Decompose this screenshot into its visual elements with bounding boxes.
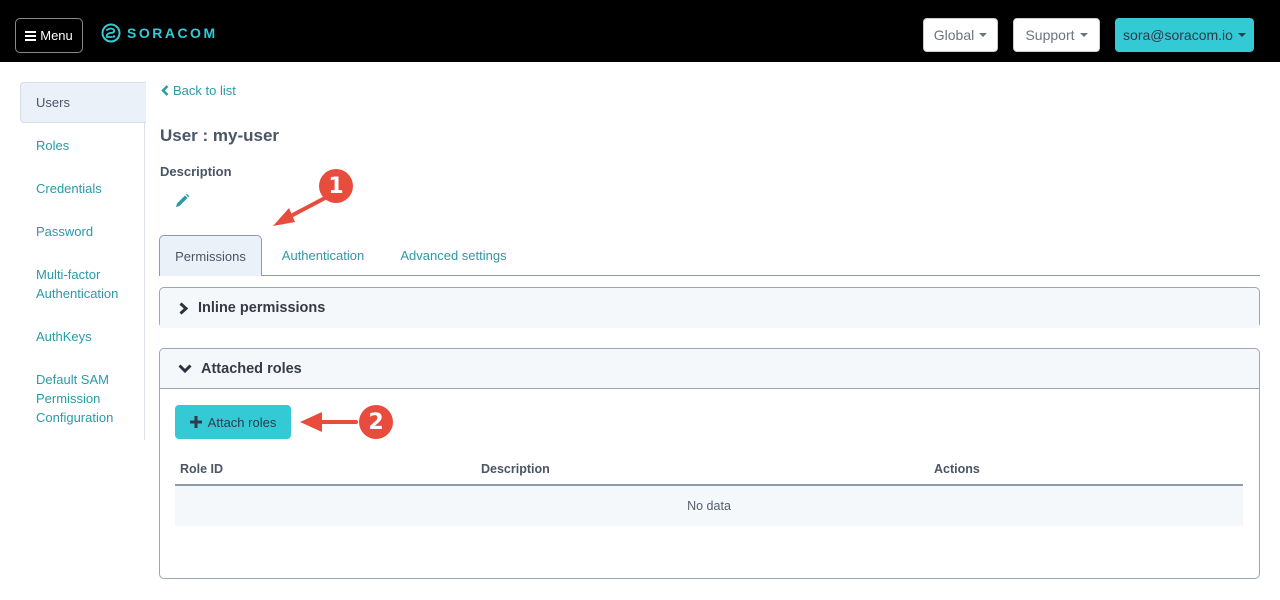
sidebar-item-authkeys[interactable]: AuthKeys [20, 327, 145, 346]
back-to-list-link[interactable]: Back to list [161, 83, 236, 98]
caret-down-icon [979, 33, 988, 37]
tab-label: Advanced settings [400, 248, 507, 263]
column-header-description[interactable]: Description [481, 462, 550, 476]
attached-roles-header[interactable]: Attached roles [160, 349, 1259, 389]
sidebar: Users Roles Credentials Password Multi-f… [20, 82, 146, 440]
tab-permissions[interactable]: Permissions [159, 235, 262, 276]
sidebar-item-password[interactable]: Password [20, 222, 145, 241]
sidebar-item-roles[interactable]: Roles [20, 136, 145, 155]
chevron-left-icon [161, 85, 169, 96]
account-dropdown[interactable]: sora@soracom.io [1115, 18, 1254, 52]
tab-bar: Permissions Authentication Advanced sett… [159, 235, 1260, 276]
panel-title: Inline permissions [198, 300, 326, 316]
tab-label: Authentication [281, 248, 365, 263]
sidebar-item-users[interactable]: Users [20, 82, 146, 123]
column-header-role-id[interactable]: Role ID [180, 462, 223, 476]
tab-advanced-settings[interactable]: Advanced settings [391, 235, 516, 276]
attached-roles-panel: Attached roles Attach roles Role ID Desc… [159, 348, 1260, 579]
sidebar-item-label: Credentials [36, 181, 102, 196]
inline-permissions-panel: Inline permissions [159, 287, 1260, 328]
caret-down-icon [1079, 33, 1088, 37]
sidebar-item-label: Password [36, 224, 94, 239]
region-label: Global [933, 27, 975, 43]
back-label: Back to list [173, 83, 236, 98]
description-label: Description [160, 164, 232, 179]
sidebar-item-mfa[interactable]: Multi-factor Authentication [20, 265, 130, 303]
caret-down-icon [1237, 33, 1246, 37]
page-title: User : my-user [160, 126, 280, 145]
sidebar-item-label: Default SAM Permission Configuration [36, 372, 114, 425]
sidebar-item-default-sam-permission[interactable]: Default SAM Permission Configuration [20, 370, 120, 427]
column-header-actions: Actions [934, 462, 980, 476]
pencil-icon[interactable] [174, 193, 190, 214]
support-dropdown[interactable]: Support [1013, 18, 1100, 52]
soracom-logo[interactable]: SORACOM [101, 23, 218, 43]
top-navbar: Menu SORACOM Global Support sora@soracom… [0, 0, 1280, 62]
menu-label: Menu [40, 28, 73, 43]
account-label: sora@soracom.io [1123, 27, 1233, 43]
attach-roles-label: Attach roles [207, 414, 277, 430]
table-header-row: Role ID Description Actions [175, 456, 1243, 486]
sidebar-item-label: Roles [36, 138, 70, 153]
sidebar-item-label: Users [36, 95, 70, 110]
empty-table-row: No data [175, 486, 1243, 526]
soracom-logo-icon [101, 23, 121, 43]
support-label: Support [1025, 27, 1075, 43]
tab-authentication[interactable]: Authentication [270, 235, 376, 276]
menu-button[interactable]: Menu [15, 18, 83, 53]
annotation-badge-1: 1 [319, 169, 353, 203]
annotation-arrow-2 [300, 412, 358, 432]
panel-title: Attached roles [201, 360, 302, 377]
sidebar-item-label: AuthKeys [36, 329, 92, 344]
attach-roles-button[interactable]: Attach roles [175, 405, 291, 439]
sidebar-item-label: Multi-factor Authentication [36, 267, 119, 301]
annotation-badge-2: 2 [359, 405, 393, 439]
inline-permissions-header[interactable]: Inline permissions [160, 288, 1259, 328]
brand-name: SORACOM [127, 25, 218, 41]
chevron-right-icon [179, 301, 189, 315]
region-dropdown[interactable]: Global [923, 18, 998, 52]
tab-label: Permissions [175, 248, 246, 264]
hamburger-icon [25, 30, 37, 41]
plus-icon [189, 416, 202, 428]
attached-roles-table: Role ID Description Actions No data [175, 456, 1243, 526]
empty-text: No data [687, 499, 731, 513]
sidebar-item-credentials[interactable]: Credentials [20, 179, 145, 198]
chevron-down-icon [178, 364, 192, 374]
